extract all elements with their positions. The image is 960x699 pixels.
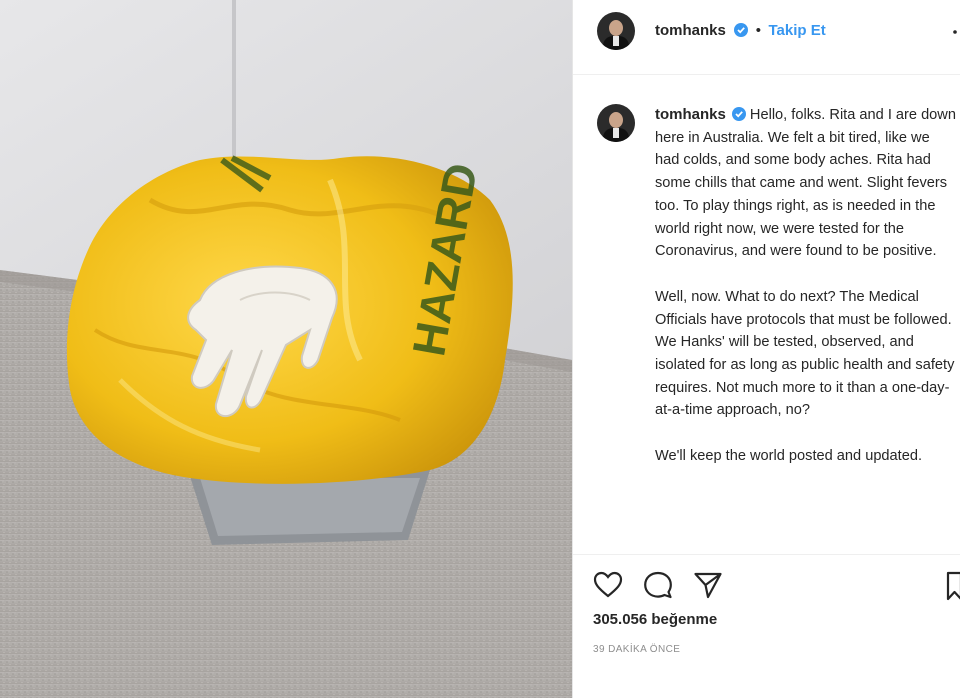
- caption-avatar[interactable]: [597, 104, 635, 142]
- header-user-line: tomhanks • Takip Et: [655, 22, 826, 40]
- bookmark-icon[interactable]: [945, 571, 960, 601]
- verified-badge-icon: [734, 23, 749, 37]
- post-photo[interactable]: HAZARD: [0, 0, 572, 698]
- post-header: tomhanks • Takip Et: [573, 0, 960, 75]
- caption-paragraph-2: Well, now. What to do next? The Medical …: [655, 288, 955, 419]
- post-side-panel: tomhanks • Takip Et tomhanks Hello, folk…: [572, 0, 960, 698]
- post-timestamp[interactable]: 39 DAKİKA ÖNCE: [593, 644, 680, 655]
- likes-count[interactable]: 305.056 beğenme: [593, 611, 717, 628]
- more-options-icon[interactable]: [951, 26, 959, 46]
- share-icon[interactable]: [693, 571, 723, 599]
- caption-text-1: Hello, folks. Rita and I are down here i…: [655, 107, 956, 260]
- post-image: HAZARD: [0, 0, 572, 698]
- caption-paragraph-1: tomhanks Hello, folks. Rita and I are do…: [655, 104, 957, 263]
- caption-paragraph-3: We'll keep the world posted and updated.: [655, 448, 923, 465]
- heart-icon[interactable]: [593, 571, 623, 599]
- verified-badge-icon: [731, 107, 746, 121]
- avatar[interactable]: [597, 12, 635, 50]
- caption-username[interactable]: tomhanks: [655, 106, 726, 123]
- post-caption: tomhanks Hello, folks. Rita and I are do…: [655, 104, 957, 550]
- header-username[interactable]: tomhanks: [655, 22, 726, 39]
- separator-dot: •: [755, 22, 762, 39]
- follow-button[interactable]: Takip Et: [768, 22, 825, 39]
- comment-icon[interactable]: [643, 571, 673, 599]
